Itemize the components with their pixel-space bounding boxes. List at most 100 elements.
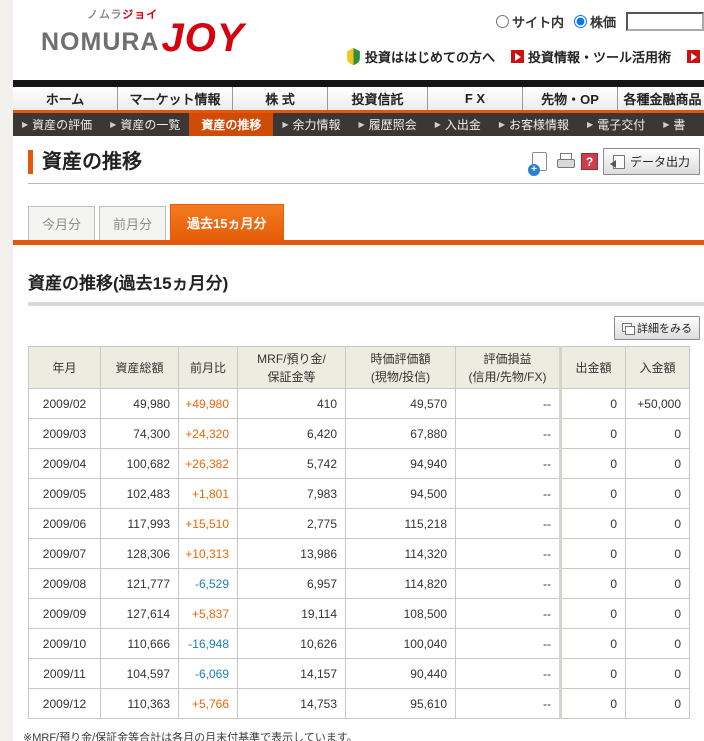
table-row: 2009/12110,363+5,76614,75395,610--00	[29, 689, 690, 719]
value-cell: 0	[626, 509, 690, 539]
main-nav-item[interactable]: F X	[428, 87, 523, 110]
value-cell: 6,420	[238, 419, 346, 449]
month-cell: 2009/07	[29, 539, 101, 569]
beginner-link[interactable]: 投資ははじめての方へ	[346, 47, 495, 66]
column-header: 入金額	[626, 347, 690, 389]
radio-stock-scope[interactable]: 株価	[574, 12, 616, 31]
title-toolbar: + ? データ出力	[531, 148, 700, 175]
stock-scope-radio[interactable]	[574, 15, 587, 28]
section-heading: 資産の推移(過去15ヵ月分)	[28, 269, 704, 294]
value-cell: --	[456, 509, 561, 539]
table-row: 2009/05102,483+1,8017,98394,500--00	[29, 479, 690, 509]
value-cell: 117,993	[101, 509, 179, 539]
value-cell: 10,626	[238, 629, 346, 659]
value-cell: +5,766	[179, 689, 238, 719]
table-header-row: 年月資産総額前月比MRF/預り金/ 保証金等時価評価額 (現物/投信)評価損益 …	[29, 347, 690, 389]
sub-nav-item[interactable]: ▶資産の一覧	[101, 113, 189, 136]
period-tab[interactable]: 前月分	[99, 206, 166, 240]
sub-nav-item[interactable]: ▶履歴照会	[350, 113, 426, 136]
value-cell: 0	[626, 629, 690, 659]
search-input[interactable]	[626, 12, 704, 31]
value-cell: 2,775	[238, 509, 346, 539]
month-cell: 2009/04	[29, 449, 101, 479]
header-quick-links: 投資ははじめての方へ 投資情報・ツール活用術	[330, 47, 704, 66]
value-cell: 100,040	[346, 629, 456, 659]
value-cell: 94,500	[346, 479, 456, 509]
period-tab[interactable]: 過去15ヵ月分	[170, 204, 283, 240]
sub-nav-item[interactable]: 資産の推移	[189, 113, 273, 136]
data-export-button[interactable]: データ出力	[603, 148, 700, 175]
main-nav-item[interactable]: 先物・OP	[523, 87, 618, 110]
footnotes: ※MRF/預り金/保証金等合計は各月の月末付基準で表示しています。※時価評価額・…	[23, 729, 704, 741]
sub-nav-item[interactable]: ▶お客様情報	[490, 113, 578, 136]
value-cell: --	[456, 569, 561, 599]
open-window-icon[interactable]: +	[531, 151, 551, 173]
print-icon[interactable]	[556, 151, 576, 173]
value-cell: 108,500	[346, 599, 456, 629]
column-header: 出金額	[561, 347, 626, 389]
clipped-link[interactable]	[687, 50, 704, 63]
beginner-leaf-icon	[346, 48, 361, 65]
value-cell: 14,753	[238, 689, 346, 719]
radio-site-scope[interactable]: サイト内	[496, 12, 564, 31]
section-divider	[28, 302, 704, 306]
value-cell: --	[456, 539, 561, 569]
month-cell: 2009/02	[29, 389, 101, 419]
table-row: 2009/08121,777-6,5296,957114,820--00	[29, 569, 690, 599]
arrow-icon: ▶	[663, 120, 669, 129]
value-cell: 94,940	[346, 449, 456, 479]
value-cell: 0	[626, 659, 690, 689]
tools-link[interactable]: 投資情報・ツール活用術	[511, 47, 671, 66]
site-scope-radio[interactable]	[496, 15, 509, 28]
period-tabs: 今月分前月分過去15ヵ月分	[13, 204, 704, 240]
period-tab[interactable]: 今月分	[28, 206, 95, 240]
value-cell: -6,529	[179, 569, 238, 599]
sub-nav-item[interactable]: ▶資産の評価	[13, 113, 101, 136]
help-icon[interactable]: ?	[581, 153, 598, 170]
column-header: 年月	[29, 347, 101, 389]
sub-nav-item[interactable]: ▶電子交付	[578, 113, 654, 136]
site-header: ノムラジョイ NOMURA JOY サイト内 株価 投資ははじめての方へ	[13, 0, 704, 80]
value-cell: 0	[626, 689, 690, 719]
value-cell: +1,801	[179, 479, 238, 509]
main-nav-item[interactable]: 投資信託	[328, 87, 428, 110]
value-cell: +10,313	[179, 539, 238, 569]
table-row: 2009/0374,300+24,3206,42067,880--00	[29, 419, 690, 449]
value-cell: 0	[561, 629, 626, 659]
arrow-icon: ▶	[587, 120, 593, 129]
arrow-icon: ▶	[359, 120, 365, 129]
value-cell: 0	[561, 479, 626, 509]
main-nav-item[interactable]: 各種金融商品	[618, 87, 704, 110]
value-cell: 19,114	[238, 599, 346, 629]
value-cell: --	[456, 479, 561, 509]
value-cell: 49,980	[101, 389, 179, 419]
period-tabs-area: 今月分前月分過去15ヵ月分	[13, 204, 704, 245]
value-cell: 67,880	[346, 419, 456, 449]
asset-transition-table: 年月資産総額前月比MRF/預り金/ 保証金等時価評価額 (現物/投信)評価損益 …	[28, 346, 690, 719]
sub-nav-item[interactable]: ▶書	[654, 113, 694, 136]
nomura-joy-logo[interactable]: ノムラジョイ NOMURA JOY	[41, 10, 245, 55]
sub-nav-item[interactable]: ▶入出金	[426, 113, 490, 136]
value-cell: 127,614	[101, 599, 179, 629]
main-nav-item[interactable]: マーケット情報	[118, 87, 233, 110]
value-cell: 104,597	[101, 659, 179, 689]
value-cell: -16,948	[179, 629, 238, 659]
month-cell: 2009/08	[29, 569, 101, 599]
main-nav-item[interactable]: 株 式	[233, 87, 328, 110]
column-header: 評価損益 (信用/先物/FX)	[456, 347, 561, 389]
table-row: 2009/10110,666-16,94810,626100,040--00	[29, 629, 690, 659]
value-cell: 0	[561, 449, 626, 479]
arrow-icon: ▶	[110, 120, 116, 129]
value-cell: --	[456, 689, 561, 719]
value-cell: 0	[561, 689, 626, 719]
view-details-button[interactable]: 詳細をみる	[614, 316, 700, 340]
export-icon	[613, 155, 625, 169]
logo-joy-text: JOY	[162, 21, 245, 55]
table-row: 2009/0249,980+49,98041049,570--0+50,000	[29, 389, 690, 419]
main-nav-item[interactable]: ホーム	[13, 87, 118, 110]
value-cell: 110,666	[101, 629, 179, 659]
value-cell: 49,570	[346, 389, 456, 419]
month-cell: 2009/06	[29, 509, 101, 539]
title-divider	[28, 183, 704, 184]
sub-nav-item[interactable]: ▶余力情報	[273, 113, 349, 136]
